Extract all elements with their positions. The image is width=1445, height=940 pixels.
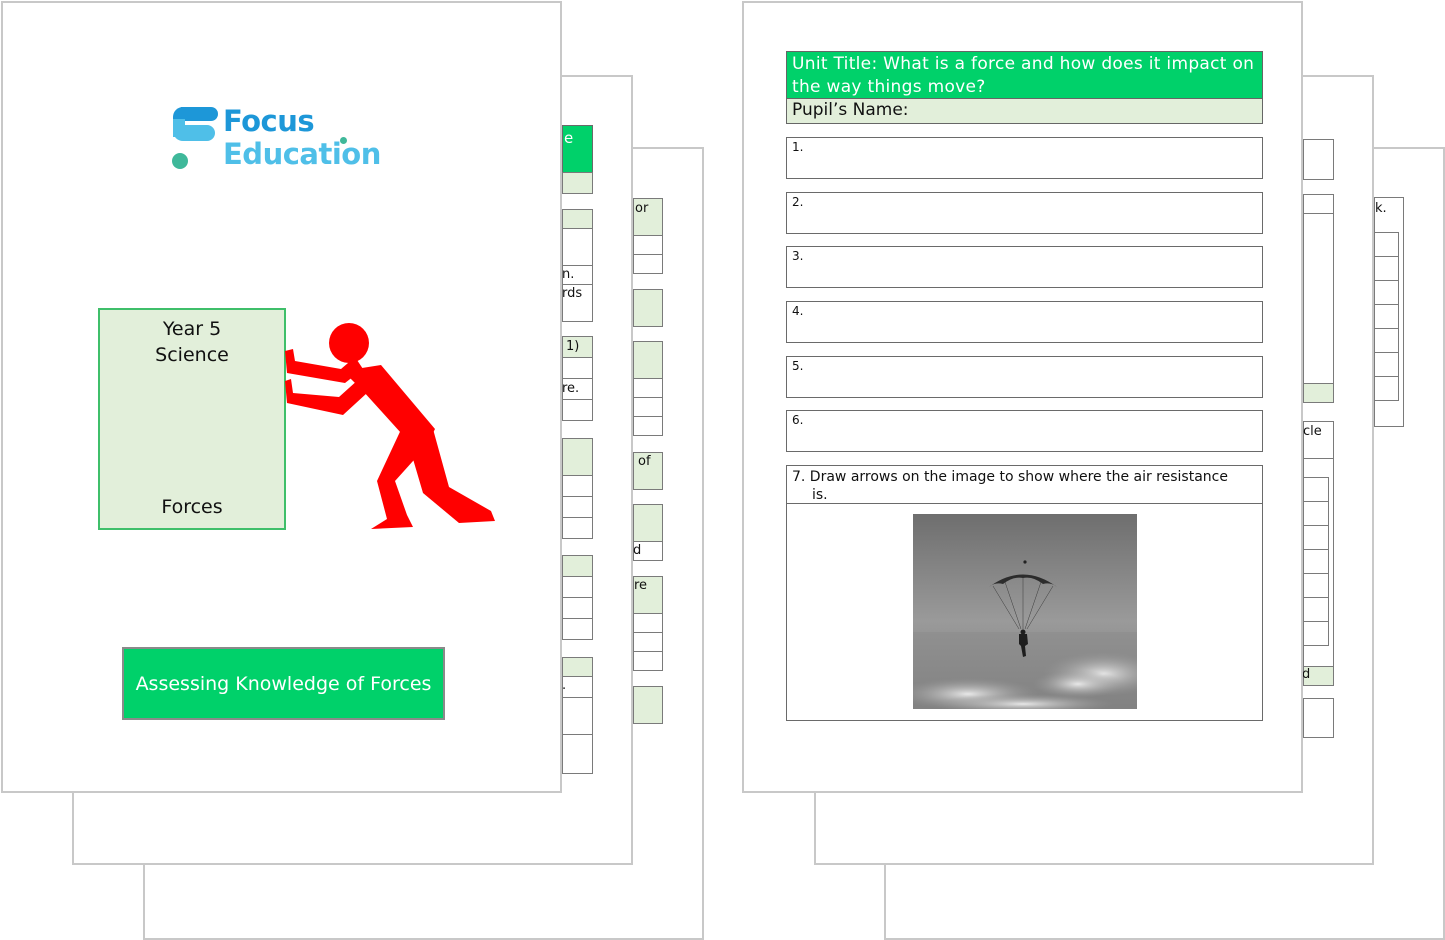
- pupil-name-field[interactable]: Pupil’s Name:: [786, 98, 1263, 124]
- snippet-text: d: [1302, 667, 1311, 682]
- table-header-cell: [562, 209, 593, 229]
- table-cell: [562, 228, 593, 266]
- table-cell: [1303, 621, 1329, 646]
- unit-title: Unit Title: What is a force and how does…: [786, 51, 1263, 99]
- table-cell: [1303, 549, 1329, 574]
- answer-box-2[interactable]: 2.: [786, 192, 1263, 234]
- focus-education-logo: Focus Education: [171, 105, 401, 175]
- table-cell: [1303, 194, 1334, 214]
- answer-box-6[interactable]: 6.: [786, 410, 1263, 452]
- table-header-cell: [633, 686, 663, 724]
- table-cell: [633, 254, 663, 274]
- cover-page: Focus Education Year 5 Science Forces As…: [1, 1, 562, 793]
- snippet-text: 1): [566, 339, 580, 354]
- question-number: 6.: [792, 413, 804, 427]
- table-cell: [1303, 573, 1329, 598]
- snippet-text: cle: [1303, 424, 1322, 439]
- table-header-cell: [633, 341, 663, 379]
- table-cell: [562, 496, 593, 518]
- snippet-text: k.: [1375, 201, 1387, 216]
- table-cell: [1374, 232, 1399, 257]
- table-cell: [1303, 139, 1334, 180]
- table-cell: [562, 475, 593, 497]
- table-header-cell: [562, 555, 593, 577]
- table-header-cell: [562, 657, 593, 677]
- logo-dot-icon: [340, 137, 347, 144]
- table-cell: [562, 517, 593, 539]
- table-cell: [562, 618, 593, 640]
- table-cell: [1374, 256, 1399, 281]
- table-cell: [1374, 328, 1399, 353]
- table-cell: [562, 576, 593, 598]
- answer-box-1[interactable]: 1.: [786, 137, 1263, 179]
- table-cell: [1303, 477, 1329, 502]
- table-cell: [1303, 213, 1334, 384]
- table-header-cell: [633, 504, 663, 542]
- question-7-line2: is.: [812, 487, 828, 503]
- question-number: 3.: [792, 249, 804, 263]
- table-cell: [1374, 280, 1399, 305]
- parachutist-photo[interactable]: [913, 514, 1137, 709]
- table-cell: [562, 357, 593, 379]
- snippet-text: or: [635, 201, 649, 216]
- table-cell: [562, 697, 593, 735]
- table-header-cell: [1303, 383, 1334, 403]
- table-cell: [633, 651, 663, 671]
- logo-text: Focus Education: [223, 105, 381, 171]
- table-cell: [633, 416, 663, 436]
- table-cell: [1374, 304, 1399, 329]
- question-7-line1: 7. Draw arrows on the image to show wher…: [792, 469, 1228, 485]
- table-cell: [1303, 501, 1329, 526]
- answer-box-3[interactable]: 3.: [786, 246, 1263, 288]
- logo-mark-icon: [172, 107, 218, 169]
- snippet-text: .: [562, 678, 567, 693]
- table-cell: [633, 378, 663, 398]
- snippet-text: n.: [562, 267, 575, 282]
- answer-box-4[interactable]: 4.: [786, 301, 1263, 343]
- table-cell: [633, 397, 663, 417]
- logo-line-education: Education: [223, 137, 381, 171]
- table-cell: [1303, 698, 1334, 738]
- table-header-cell: [633, 289, 663, 327]
- logo-line-focus: Focus: [223, 104, 315, 138]
- table-cell: [562, 734, 593, 774]
- snippet-text: re.: [562, 381, 580, 396]
- snippet-text: d: [633, 543, 642, 558]
- subject-label: Science: [155, 344, 229, 366]
- table-cell: [1303, 597, 1329, 622]
- table-cell: [562, 676, 593, 698]
- name-cell: [562, 172, 593, 194]
- worksheet-page: Unit Title: What is a force and how does…: [742, 1, 1303, 793]
- answer-box-5[interactable]: 5.: [786, 356, 1263, 398]
- question-number: 1.: [792, 140, 804, 154]
- title-banner: Assessing Knowledge of Forces: [122, 647, 445, 720]
- table-cell: [633, 613, 663, 633]
- table-cell: [562, 399, 593, 421]
- table-header-cell: [562, 438, 593, 476]
- subject-box: Year 5 Science Forces: [98, 308, 286, 530]
- table-cell: [1374, 352, 1399, 377]
- snippet-text: rds: [562, 286, 583, 301]
- question-7-box[interactable]: 7. Draw arrows on the image to show wher…: [786, 465, 1263, 721]
- question-number: 5.: [792, 359, 804, 373]
- question-number: 2.: [792, 195, 804, 209]
- table-cell: [1374, 376, 1399, 401]
- table-cell: [633, 632, 663, 652]
- question-7-prompt: 7. Draw arrows on the image to show wher…: [787, 466, 1262, 504]
- snippet-text: re: [634, 578, 648, 593]
- table-cell: [633, 235, 663, 255]
- snippet-text: of: [638, 454, 651, 469]
- year-label: Year 5: [162, 318, 222, 340]
- pushing-figure-icon: [285, 323, 495, 529]
- snippet-text: e: [564, 129, 574, 147]
- table-cell: [1303, 525, 1329, 550]
- topic-label: Forces: [161, 496, 223, 518]
- question-number: 4.: [792, 304, 804, 318]
- table-cell: [562, 597, 593, 619]
